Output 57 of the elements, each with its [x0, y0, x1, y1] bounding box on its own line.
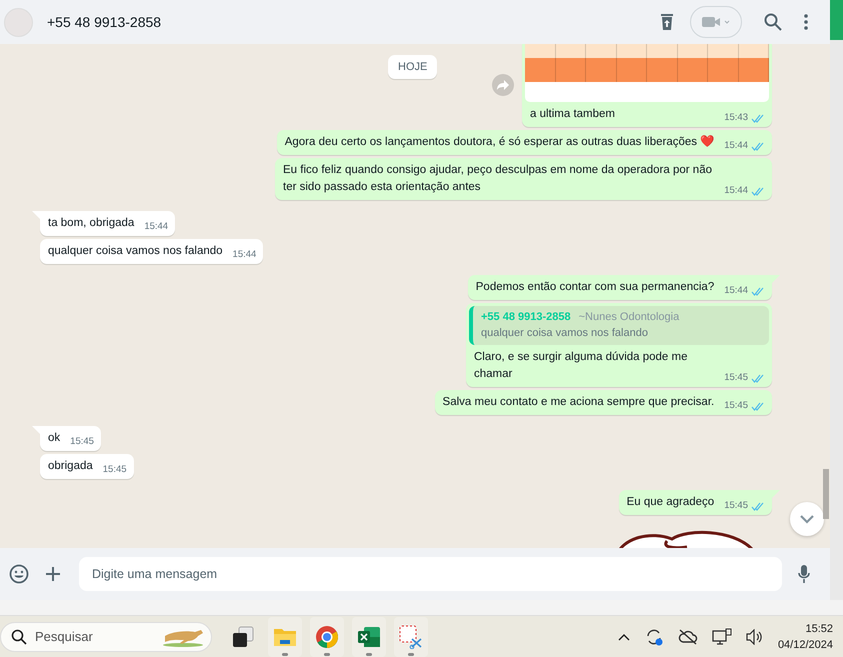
message-time: 15:44	[724, 285, 748, 297]
message-time: 15:44	[232, 249, 256, 261]
running-indicator	[282, 652, 288, 656]
quote-alias: ~Nunes Odontologia	[578, 311, 680, 323]
taskbar-search-field[interactable]: Pesquisar	[0, 622, 212, 652]
message-text: Claro, e se surgir alguma dúvida pode me chamar	[474, 350, 689, 382]
message-text: ta bom, obrigada	[48, 216, 134, 231]
message-text: a ultima tambem	[530, 107, 616, 122]
message-text: ok	[48, 431, 60, 446]
message-text: Agora deu certo os lançamentos doutora, é só esperar as outras duas liberações ❤	[284, 134, 714, 150]
message-text: Podemos então contar com sua permanencia?	[476, 280, 714, 295]
clock-time[interactable]: 15:52	[805, 620, 833, 636]
message-text: qualquer coisa vamos nos falando	[48, 244, 223, 259]
chevron-up-icon[interactable]	[618, 632, 630, 640]
message-text: Eu que agradeço	[626, 495, 714, 510]
message-text: Eu fico feliz quando consigo ajudar, peço desculpas em nome da operadora por não ter sido passado esta orientação antes	[283, 163, 713, 195]
message-time: 15:44	[724, 185, 748, 197]
message-text: Salva meu contato e me aciona sempre que precisar.	[442, 395, 714, 410]
search-placeholder: Pesquisar	[35, 629, 94, 644]
scrollbar-thumb[interactable]	[823, 469, 829, 519]
trash-icon[interactable]	[660, 13, 674, 31]
message-time: 15:45	[724, 500, 748, 512]
browser-icon[interactable]	[315, 624, 339, 648]
chevron-down-icon	[799, 514, 815, 524]
quoted-message[interactable]: +55 48 9913-2858 ~Nunes Odontologia qualquer coisa vamos nos falando	[469, 306, 769, 345]
microphone-icon[interactable]	[798, 565, 810, 583]
message-time: 15:45	[70, 436, 94, 448]
message-input[interactable]: Digite uma mensagem	[79, 557, 782, 591]
message-time: 15:45	[724, 372, 748, 384]
spreadsheet-icon[interactable]	[357, 624, 381, 648]
emoji-icon[interactable]	[9, 564, 29, 584]
plus-icon[interactable]	[45, 566, 61, 582]
cloud-off-icon[interactable]	[678, 628, 698, 644]
network-icon[interactable]	[712, 628, 732, 646]
task-view-icon[interactable]	[231, 624, 255, 648]
running-indicator	[324, 652, 330, 656]
running-indicator	[408, 652, 414, 656]
clock-date[interactable]: 04/12/2024	[778, 636, 833, 652]
quote-author: +55 48 9913-2858	[481, 311, 571, 323]
message-time: 15:45	[724, 400, 748, 412]
message-time: 15:44	[724, 140, 748, 152]
scroll-down-button[interactable]	[790, 502, 824, 536]
menu-icon[interactable]	[804, 14, 808, 30]
search-icon[interactable]	[764, 13, 782, 31]
scissors-icon[interactable]	[398, 624, 424, 648]
taskbar-app-button[interactable]	[352, 616, 386, 656]
message-text: obrigada	[48, 459, 93, 474]
date-chip: HOJE	[388, 55, 438, 79]
search-icon	[11, 628, 27, 644]
message-time: 15:45	[102, 464, 127, 476]
video-camera-icon	[701, 14, 731, 30]
quote-text: qualquer coisa vamos nos falando	[481, 327, 649, 339]
message-time: 15:44	[144, 221, 168, 233]
message-time: 15:43	[724, 112, 748, 124]
volume-icon[interactable]	[746, 628, 764, 644]
contact-name[interactable]: +55 48 9913-2858	[47, 14, 162, 30]
running-indicator	[366, 652, 372, 656]
